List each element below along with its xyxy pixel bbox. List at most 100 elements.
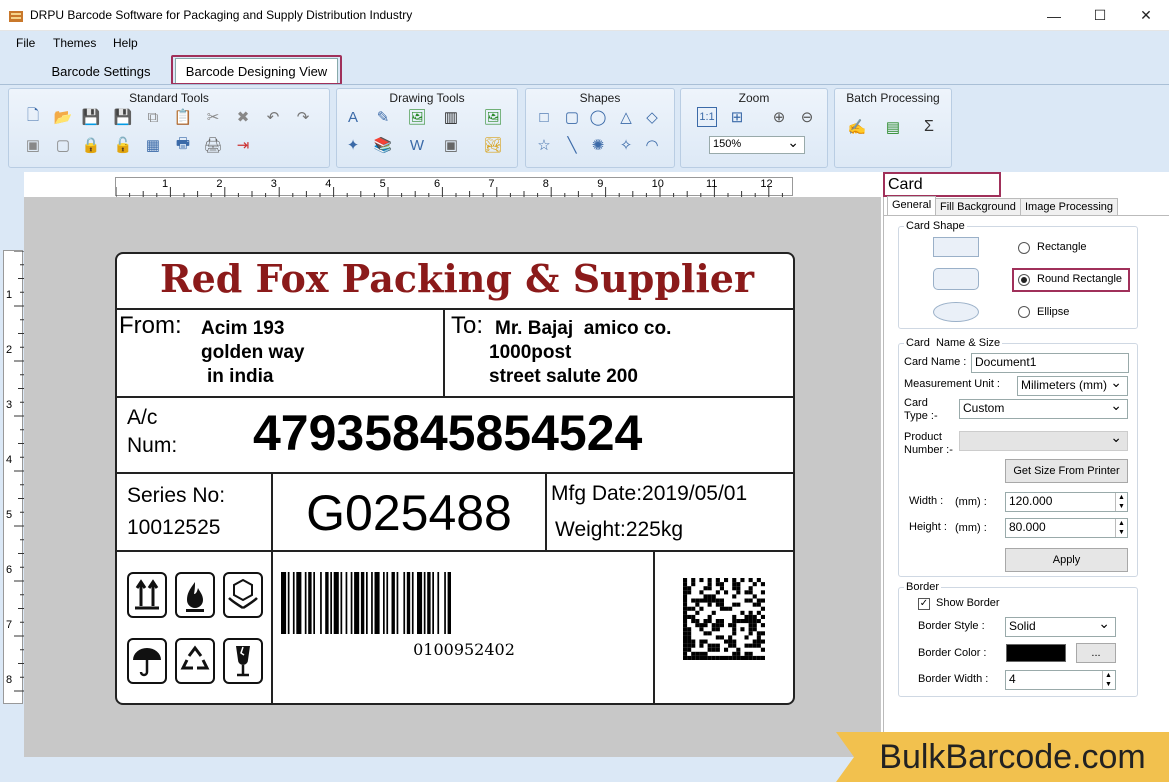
ruler-h-label: 4 [325, 178, 332, 190]
zoom-select[interactable]: 150% [709, 134, 805, 154]
show-border-checkbox[interactable]: ✓ [918, 598, 930, 610]
diamond-shape-icon[interactable]: ◇ [642, 107, 662, 127]
text-icon[interactable]: A [343, 107, 363, 127]
cut-icon[interactable]: ✂ [203, 107, 223, 127]
apply-button[interactable]: Apply [1005, 548, 1128, 572]
datamatrix-code [683, 578, 765, 660]
minimize-button[interactable]: — [1031, 0, 1077, 31]
border-color-swatch[interactable] [1006, 644, 1066, 662]
wordart-icon[interactable]: W [407, 135, 427, 155]
delete-icon[interactable]: ✖ [233, 107, 253, 127]
border-width-spinner[interactable]: ▲ ▼ [1102, 671, 1114, 689]
ruler-h-label: 3 [270, 178, 277, 190]
new-icon[interactable]: 🗋 [23, 107, 43, 127]
signature-icon[interactable]: ▣ [441, 135, 461, 155]
actual-size-icon[interactable]: 1:1 [697, 107, 717, 127]
grid-icon[interactable]: ▦ [143, 135, 163, 155]
width-input[interactable]: 120.000 [1005, 492, 1128, 512]
batch-excel-icon[interactable]: ▤ [883, 117, 903, 137]
line-shape-icon[interactable]: ╲ [562, 135, 582, 155]
maximize-button[interactable]: ☐ [1077, 0, 1123, 31]
redo-icon[interactable]: ↷ [293, 107, 313, 127]
ruler-h-label: 1 [162, 178, 169, 190]
triangle-shape-icon[interactable]: △ [616, 107, 636, 127]
get-size-from-printer-button[interactable]: Get Size From Printer [1005, 459, 1128, 483]
width-unit-label: (mm) : [955, 496, 987, 508]
rectangle-shape-icon[interactable]: □ [534, 107, 554, 127]
bring-front-icon[interactable]: ▣ [23, 135, 43, 155]
height-input[interactable]: 80.000 [1005, 518, 1128, 538]
tab-general[interactable]: General [887, 196, 937, 215]
print-preview-icon[interactable]: 🖶 [173, 135, 193, 155]
border-style-select[interactable]: Solid [1005, 615, 1116, 637]
library-icon[interactable]: 📚 [373, 135, 393, 155]
arc-shape-icon[interactable]: ◠ [642, 135, 662, 155]
insert-image-icon[interactable]: 🏞 [483, 135, 503, 155]
lock-icon[interactable]: 🔒 [81, 135, 101, 155]
product-number-select[interactable] [959, 429, 1128, 451]
ruler-h-label: 10 [651, 178, 664, 190]
export-icon[interactable]: ⇥ [233, 135, 253, 155]
ellipse-radio[interactable] [1018, 306, 1030, 318]
batch-edit-icon[interactable]: ✍ [847, 117, 867, 137]
pen-icon[interactable]: ✎ [373, 107, 393, 127]
ellipse-shape-icon[interactable]: ◯ [588, 107, 608, 127]
watermark-icon[interactable]: ✦ [343, 135, 363, 155]
to-line-2: 1000post [489, 342, 572, 363]
from-line-3: in india [207, 366, 274, 387]
tab-image-processing[interactable]: Image Processing [1020, 198, 1119, 215]
save-icon[interactable]: 💾 [81, 107, 101, 127]
round-rectangle-radio[interactable] [1018, 274, 1030, 286]
print-icon[interactable]: 🖨 [203, 135, 223, 155]
paste-icon[interactable]: 📋 [173, 107, 193, 127]
unlock-icon[interactable]: 🔓 [113, 135, 133, 155]
card-name-input[interactable]: Document1 [971, 353, 1129, 373]
tab-fill-background[interactable]: Fill Background [935, 198, 1021, 215]
rectangle-radio[interactable] [1018, 242, 1030, 254]
width-spinner[interactable]: ▲ ▼ [1115, 493, 1127, 511]
image-library-icon[interactable]: 🖼 [483, 107, 503, 127]
from-label: From: [119, 312, 182, 339]
width-label: Width : [909, 495, 944, 507]
undo-icon[interactable]: ↶ [263, 107, 283, 127]
card-shape-legend: Card Shape [904, 220, 967, 232]
bottom-scrollbar[interactable] [0, 757, 883, 782]
height-spinner[interactable]: ▲ ▼ [1115, 519, 1127, 537]
zoom-out-icon[interactable]: ⊖ [797, 107, 817, 127]
keep-dry-icon [127, 638, 167, 684]
window-title: DRPU Barcode Software for Packaging and … [30, 8, 413, 22]
save-as-icon[interactable]: 💾 [113, 107, 133, 127]
round-rectangle-shape-icon[interactable]: ▢ [562, 107, 582, 127]
star-shape-icon[interactable]: ☆ [534, 135, 554, 155]
label-card[interactable]: Red Fox Packing & Supplier From: Acim 19… [115, 252, 795, 705]
menu-themes[interactable]: Themes [53, 36, 96, 50]
app-icon [8, 8, 24, 24]
ruler-v-label: 3 [6, 399, 13, 411]
formula-icon[interactable]: Σ [919, 117, 939, 137]
send-back-icon[interactable]: ▢ [53, 135, 73, 155]
measurement-unit-select[interactable]: Milimeters (mm) [1017, 376, 1128, 396]
gear-shape-icon[interactable]: ✺ [588, 135, 608, 155]
border-color-button[interactable]: ... [1076, 643, 1116, 663]
copy-icon[interactable]: ⧉ [143, 107, 163, 127]
barcode-number: 0100952402 [413, 640, 515, 659]
group-title-shapes: Shapes [579, 91, 621, 105]
menu-help[interactable]: Help [113, 36, 138, 50]
rectangle-preview [933, 237, 979, 257]
card-type-select[interactable]: Custom [959, 397, 1128, 419]
ruler-v-label: 6 [6, 564, 13, 576]
picture-icon[interactable]: 🖼 [407, 107, 427, 127]
zoom-in-icon[interactable]: ⊕ [769, 107, 789, 127]
menu-file[interactable]: File [16, 36, 35, 50]
starburst-shape-icon[interactable]: ✧ [616, 135, 636, 155]
group-title-zoom: Zoom [738, 91, 770, 105]
header-cell: Red Fox Packing & Supplier [117, 254, 793, 310]
open-folder-icon[interactable]: 📂 [53, 107, 73, 127]
close-button[interactable]: ✕ [1123, 0, 1169, 31]
menu-bar [0, 31, 1169, 55]
barcode-icon[interactable]: ▥ [441, 107, 461, 127]
border-width-input[interactable]: 4 [1005, 670, 1116, 690]
fit-page-icon[interactable]: ⊞ [727, 107, 747, 127]
tab-barcode-settings[interactable]: Barcode Settings [42, 58, 160, 84]
to-cell: To: Mr. Bajaj amico co. 1000post street … [445, 310, 793, 398]
